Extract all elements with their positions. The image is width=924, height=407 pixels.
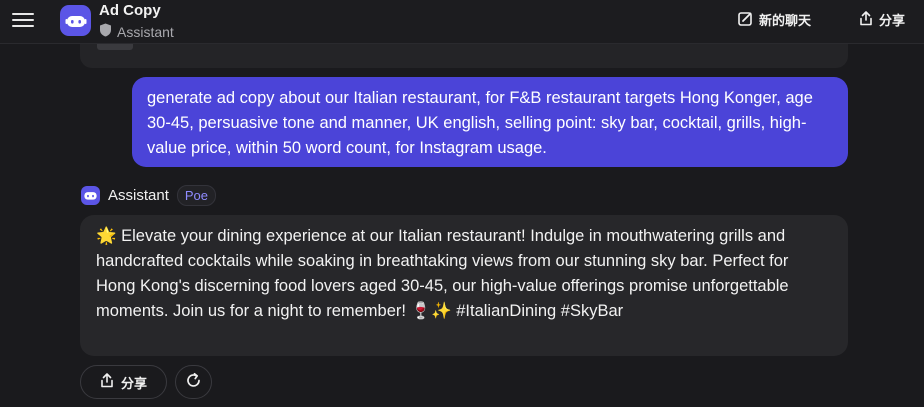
new-chat-label: 新的聊天 xyxy=(759,13,812,28)
chat-title-block[interactable]: Ad Copy Assistant xyxy=(99,2,174,40)
share-label: 分享 xyxy=(879,13,906,28)
share-icon xyxy=(859,10,873,29)
assistant-name[interactable]: Assistant xyxy=(108,187,169,204)
top-bar: Ad Copy Assistant 新的聊天 分享 xyxy=(0,0,924,44)
assistant-header: Assistant Poe xyxy=(81,184,216,206)
regenerate-button[interactable] xyxy=(175,365,212,399)
share-button-label: 分享 xyxy=(120,375,147,391)
bot-icon[interactable] xyxy=(60,5,91,36)
bot-icon[interactable] xyxy=(81,185,100,205)
bot-subtitle: Assistant xyxy=(117,23,174,40)
edit-icon xyxy=(738,11,753,29)
subtitle-row: Assistant xyxy=(99,23,174,40)
new-chat-button[interactable]: 新的聊天 xyxy=(738,10,811,29)
page-title: Ad Copy xyxy=(99,2,161,19)
user-message: generate ad copy about our Italian resta… xyxy=(132,77,848,167)
share-header-button[interactable]: 分享 xyxy=(859,10,905,29)
share-button[interactable]: 分享 xyxy=(80,365,167,399)
refresh-icon xyxy=(185,372,202,392)
menu-icon[interactable] xyxy=(12,9,34,31)
shield-icon xyxy=(99,23,112,40)
assistant-message: 🌟 Elevate your dining experience at our … xyxy=(80,215,848,356)
poe-badge: Poe xyxy=(176,184,216,206)
share-icon xyxy=(100,373,114,391)
